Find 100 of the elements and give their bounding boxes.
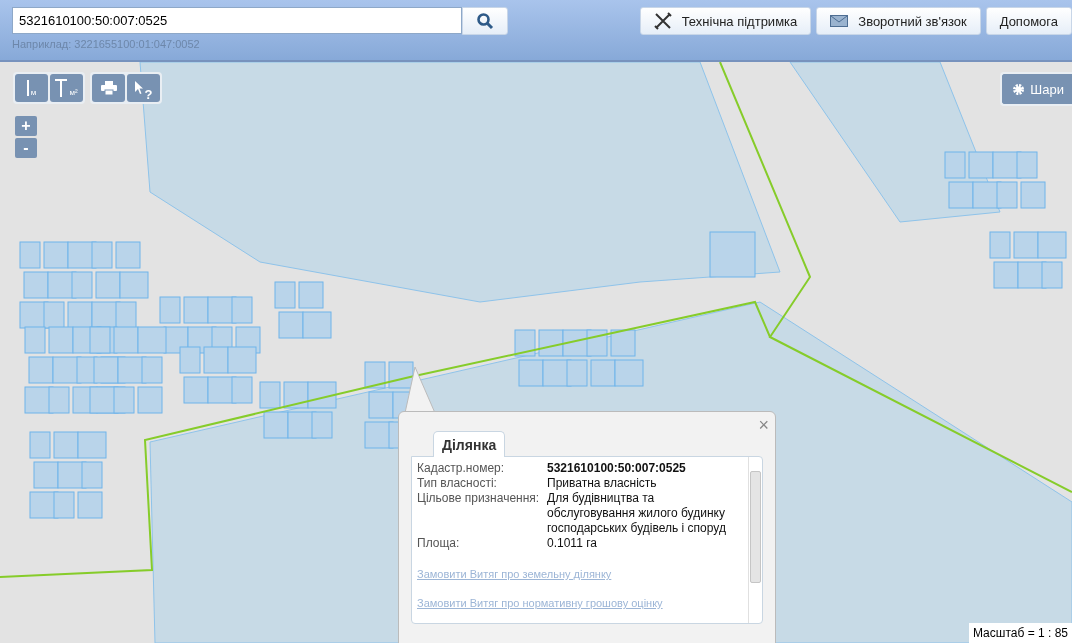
building-parcel [71,271,93,299]
building-parcel [53,491,75,519]
field-value: Приватна власність [547,476,658,491]
building-parcel [1041,261,1063,289]
building-parcel [948,181,974,209]
building-parcel [944,151,966,179]
building-parcel [1016,151,1038,179]
close-button[interactable]: × [758,415,769,436]
identify-button[interactable]: ? [127,74,160,102]
building-parcel [298,281,324,309]
building-parcel [43,241,69,269]
map-scale-label: Масштаб = 1 : 85 [968,623,1072,643]
building-parcel [283,381,309,409]
building-parcel [77,491,103,519]
building-parcel [29,431,51,459]
building-parcel [159,296,181,324]
header-button[interactable]: Технічна підтримка [639,7,812,35]
order-extract-link[interactable]: Замовити Витяг про земельну ділянку [417,568,612,580]
building-parcel [179,346,201,374]
scrollbar[interactable] [748,457,762,623]
building-parcel [590,359,616,387]
field-value: 0.1011 га [547,536,598,551]
building-parcel [614,359,644,387]
building-parcel [93,356,119,384]
building-parcel [91,241,113,269]
gear-icon [1012,82,1026,96]
building-parcel [77,431,107,459]
building-parcel [1037,231,1067,259]
layers-button[interactable]: Шари [1000,72,1072,106]
building-parcel [263,411,289,439]
search-icon [476,12,494,30]
building-parcel [1020,181,1046,209]
building-parcel [89,326,111,354]
building-parcel [514,329,536,357]
building-parcel [24,326,46,354]
building-parcel [227,346,257,374]
building-parcel [993,261,1019,289]
header-button[interactable]: Зворотний зв'язок [816,7,981,35]
building-parcel [53,431,79,459]
building-parcel [566,359,588,387]
building-parcel [183,296,209,324]
building-parcel [538,329,564,357]
building-parcel [311,411,333,439]
building-parcel [307,381,337,409]
building-parcel [95,271,121,299]
building-parcel [137,326,167,354]
building-parcel [203,346,229,374]
building-parcel [48,326,74,354]
cursor-icon [134,81,143,95]
print-button[interactable] [92,74,125,102]
building-parcel [302,311,332,339]
building-parcel [19,241,41,269]
building-parcel [48,386,70,414]
building-parcel [115,301,137,329]
popup-tab[interactable]: Ділянка [433,431,506,457]
building-parcel [388,361,414,389]
building-parcel [1013,231,1039,259]
building-parcel [23,271,49,299]
field-label: Площа: [417,536,461,551]
building-parcel [81,461,103,489]
measure-tool-button[interactable]: м² [50,74,83,102]
building-parcel [113,326,139,354]
field-label: Тип власності: [417,476,498,491]
search-button[interactable] [462,7,508,35]
printer-icon [100,81,117,95]
building-parcel [259,381,281,409]
building-parcel [113,386,135,414]
building-parcel [368,391,394,419]
measure-tool-button[interactable]: м [15,74,48,102]
building-parcel [996,181,1018,209]
field-label: Цільове призначення: [417,491,541,506]
building-parcel [364,361,386,389]
building-parcel [141,356,163,384]
building-parcel [119,271,149,299]
header-button[interactable]: Допомога [985,7,1072,35]
building-parcel [709,231,756,278]
building-parcel [610,329,636,357]
building-parcel [33,461,59,489]
field-label: Кадастр.номер: [417,461,506,476]
envelope-icon [830,15,849,27]
building-parcel [274,281,296,309]
order-extract-link[interactable]: Замовити Витяг про нормативну грошову оцінку [417,597,663,609]
building-parcel [989,231,1011,259]
field-value: Для будівництва та обслуговування жилого будинку господарських будівель і споруд [547,491,727,536]
building-parcel [137,386,163,414]
field-value: 5321610100:50:007:0525 [547,461,687,476]
building-parcel [115,241,141,269]
building-parcel [28,356,54,384]
building-parcel [968,151,994,179]
building-parcel [231,376,253,404]
building-parcel [67,301,93,329]
building-parcel [278,311,304,339]
building-parcel [231,296,253,324]
zoom-button[interactable]: + [15,116,37,136]
building-parcel [518,359,544,387]
search-field[interactable]: 5321610100:50:007:0525 [12,7,462,34]
building-parcel [43,301,65,329]
building-parcel [586,329,608,357]
zoom-button[interactable]: - [15,138,37,158]
building-parcel [183,376,209,404]
